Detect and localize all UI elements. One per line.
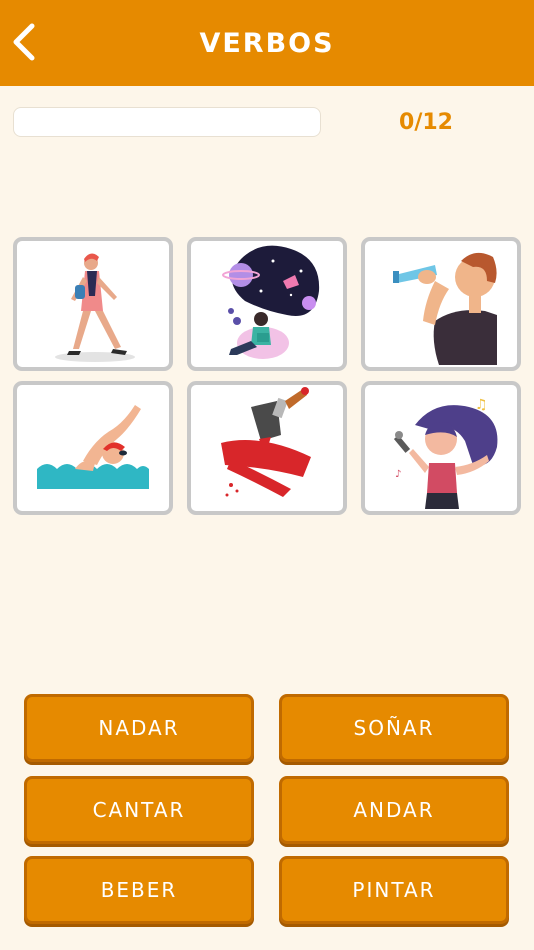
svg-text:♫: ♫ — [475, 397, 488, 413]
answer-button-andar[interactable]: ANDAR — [279, 776, 509, 844]
back-button[interactable] — [6, 20, 42, 64]
picture-card-swimming[interactable] — [13, 381, 173, 515]
score-counter: 0/12 — [399, 109, 453, 135]
answer-button-nadar[interactable]: NADAR — [24, 694, 254, 762]
progress-bar — [13, 107, 321, 137]
picture-grid: ♫ ♪ — [13, 237, 521, 515]
chevron-left-icon — [13, 23, 35, 61]
answer-button-cantar[interactable]: CANTAR — [24, 776, 254, 844]
walking-person-icon — [55, 253, 135, 362]
swimming-person-icon — [37, 405, 149, 489]
dreaming-person-icon — [222, 245, 320, 359]
answer-button-sonar[interactable]: SOÑAR — [279, 694, 509, 762]
page-title: VERBOS — [199, 27, 335, 59]
picture-card-painting[interactable] — [187, 381, 347, 515]
singing-person-icon: ♫ ♪ — [393, 397, 498, 509]
svg-text:♪: ♪ — [395, 469, 401, 480]
picture-card-dreaming[interactable] — [187, 237, 347, 371]
picture-card-walking[interactable] — [13, 237, 173, 371]
answer-button-pintar[interactable]: PINTAR — [279, 856, 509, 924]
answer-button-beber[interactable]: BEBER — [24, 856, 254, 924]
picture-card-drinking[interactable] — [361, 237, 521, 371]
drinking-person-icon — [393, 252, 497, 365]
paint-brush-icon — [221, 387, 311, 497]
picture-card-singing[interactable]: ♫ ♪ — [361, 381, 521, 515]
